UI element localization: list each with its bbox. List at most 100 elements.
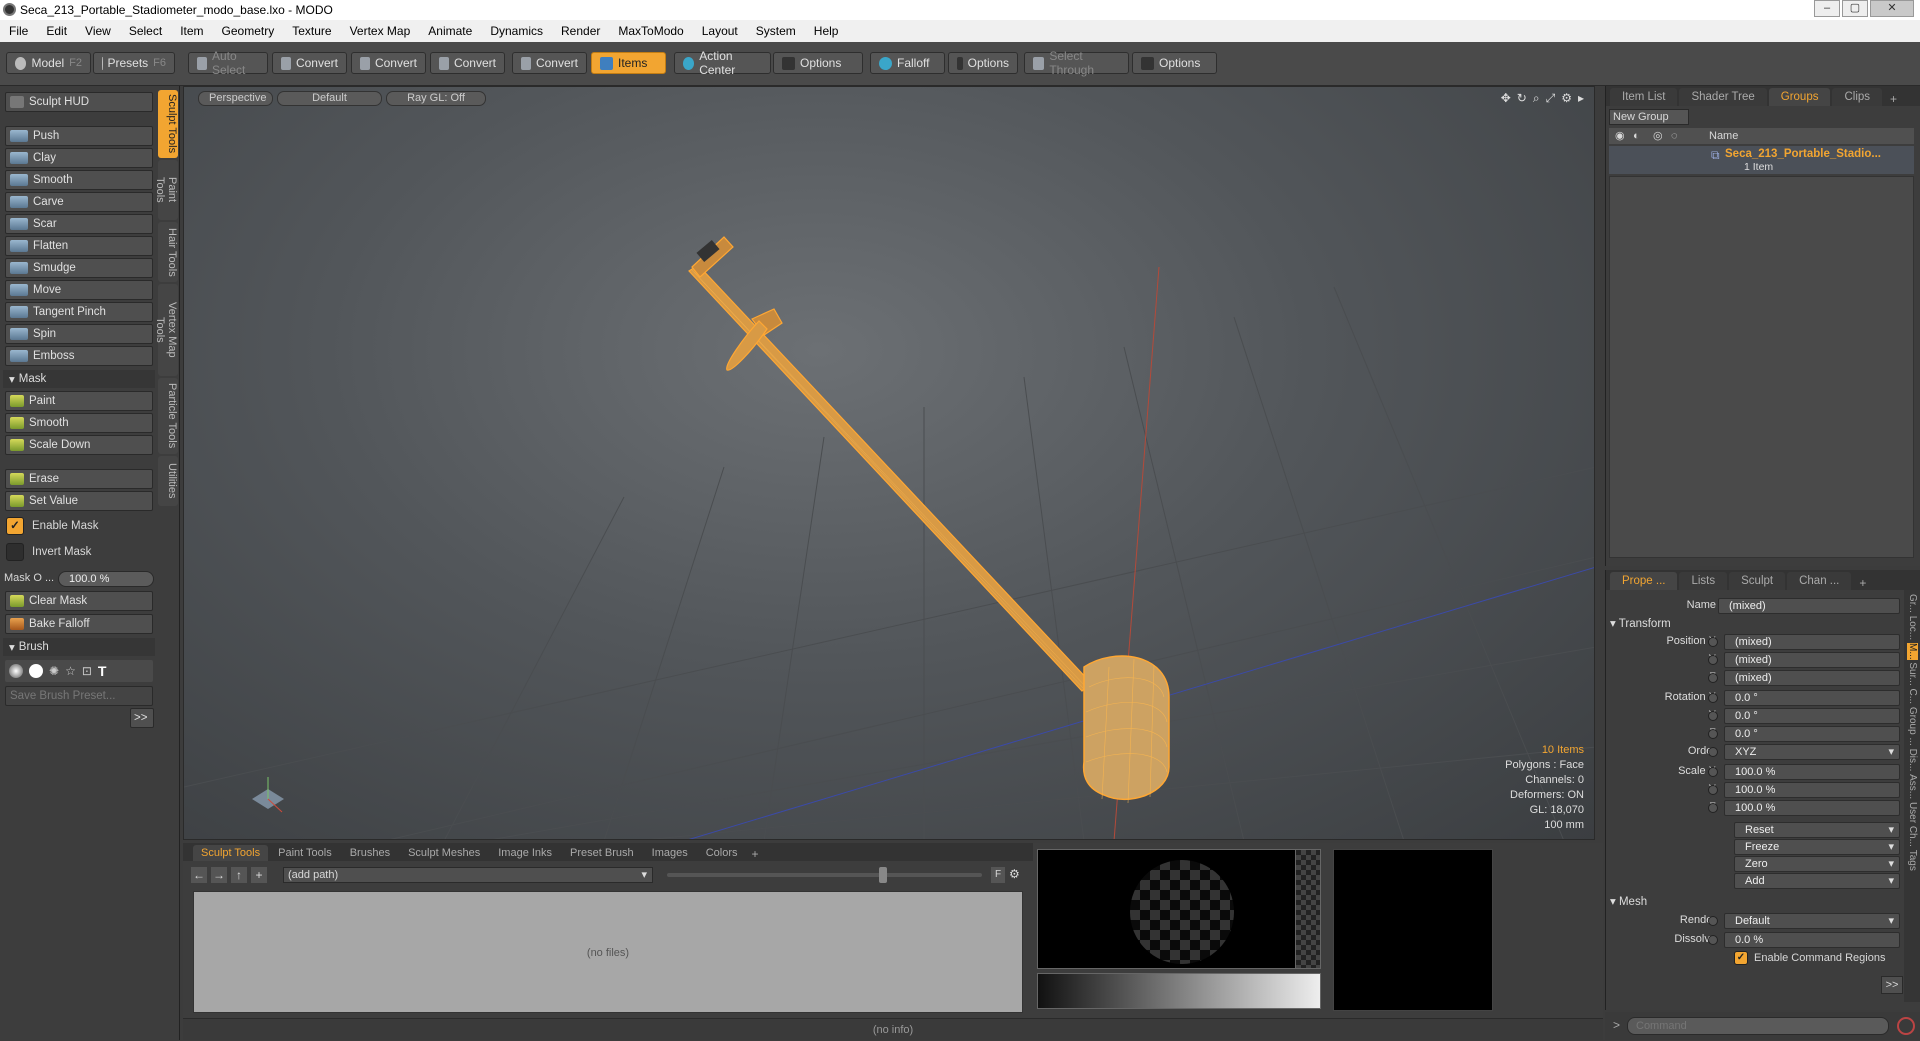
menu-item[interactable]: Item [171, 24, 212, 38]
add-tab-icon[interactable]: + [1884, 92, 1903, 106]
tab-shader-tree[interactable]: Shader Tree [1679, 88, 1766, 106]
save-brush-preset-button[interactable]: Save Brush Preset... [5, 686, 153, 706]
group-row[interactable]: Seca_213_Portable_Stadio... 1 Item ⧉ [1609, 146, 1914, 174]
mesh-section[interactable]: ▾ Mesh [1610, 894, 1647, 908]
dissolve-field[interactable]: 0.0 % [1724, 932, 1900, 948]
more-button[interactable]: >> [1881, 976, 1903, 994]
menu-system[interactable]: System [747, 24, 805, 38]
auto-select-button[interactable]: Auto Select [188, 52, 268, 74]
presets-button[interactable]: PresetsF6 [93, 52, 175, 74]
tab-brushes[interactable]: Brushes [342, 845, 398, 861]
position-y-field[interactable]: (mixed) [1724, 652, 1900, 668]
sculpt-hud-button[interactable]: Sculpt HUD [5, 92, 153, 112]
keyframe-dot-icon[interactable] [1708, 711, 1718, 721]
filter-button[interactable]: F [991, 867, 1005, 883]
items-button[interactable]: Items [591, 52, 666, 74]
render-dropdown[interactable]: Default [1724, 913, 1900, 929]
add-tab-icon[interactable]: + [748, 847, 763, 861]
new-group-button[interactable]: New Group [1609, 109, 1689, 125]
set-value-button[interactable]: Set Value [5, 491, 153, 511]
keyframe-dot-icon[interactable] [1708, 935, 1718, 945]
options-button-2[interactable]: Options [948, 52, 1018, 74]
falloff-button[interactable]: Falloff [870, 52, 945, 74]
star-brush-icon[interactable]: ☆ [65, 664, 76, 678]
scale-z-field[interactable]: 100.0 % [1724, 800, 1900, 816]
convert-polygons-button[interactable]: Convert [430, 52, 505, 74]
file-browser[interactable]: (no files) [193, 891, 1023, 1013]
tab-channels[interactable]: Chan ... [1787, 572, 1851, 590]
convert-materials-button[interactable]: Convert [512, 52, 587, 74]
tab-sculpt-meshes[interactable]: Sculpt Meshes [400, 845, 488, 861]
tool-emboss[interactable]: Emboss [5, 346, 153, 366]
keyframe-dot-icon[interactable] [1708, 729, 1718, 739]
close-button[interactable]: ✕ [1870, 0, 1914, 17]
tab-paint-tools[interactable]: Paint Tools [158, 160, 178, 220]
menu-geometry[interactable]: Geometry [213, 24, 284, 38]
name-column-header[interactable]: Name [1709, 128, 1738, 144]
mask-paint-button[interactable]: Paint [5, 391, 153, 411]
groups-list-area[interactable] [1609, 176, 1914, 558]
keyframe-dot-icon[interactable] [1708, 655, 1718, 665]
tool-spin[interactable]: Spin [5, 324, 153, 344]
tool-clay[interactable]: Clay [5, 148, 153, 168]
model-button[interactable]: ModelF2 [6, 52, 91, 74]
menu-help[interactable]: Help [805, 24, 848, 38]
tab-lists[interactable]: Lists [1679, 572, 1727, 590]
menu-select[interactable]: Select [120, 24, 171, 38]
position-x-field[interactable]: (mixed) [1724, 634, 1900, 650]
gear-icon[interactable]: ⚙ [1009, 867, 1020, 881]
tab-paint-tools[interactable]: Paint Tools [270, 845, 340, 861]
tab-groups[interactable]: Groups [1769, 88, 1831, 106]
minimize-button[interactable]: – [1814, 0, 1840, 17]
menu-animate[interactable]: Animate [419, 24, 481, 38]
mask-smooth-button[interactable]: Smooth [5, 413, 153, 433]
tool-tangent-pinch[interactable]: Tangent Pinch [5, 302, 153, 322]
reset-dropdown[interactable]: Reset [1734, 822, 1900, 838]
slider-handle[interactable] [879, 867, 887, 883]
tool-scar[interactable]: Scar [5, 214, 153, 234]
tab-clips[interactable]: Clips [1832, 88, 1882, 106]
rotation-z-field[interactable]: 0.0 ° [1724, 726, 1900, 742]
transform-section[interactable]: ▾ Transform [1610, 616, 1671, 630]
mask-opacity-field[interactable]: 100.0 % [58, 571, 154, 587]
add-tab-icon[interactable]: + [1853, 576, 1872, 590]
select-through-button[interactable]: Select Through [1024, 52, 1129, 74]
menu-maxtomodo[interactable]: MaxToModo [609, 24, 692, 38]
tab-particle-tools[interactable]: Particle Tools [158, 378, 178, 454]
zero-dropdown[interactable]: Zero [1734, 856, 1900, 872]
enable-command-regions-toggle[interactable]: ✓Enable Command Regions [1734, 951, 1885, 965]
options-button-3[interactable]: Options [1132, 52, 1217, 74]
menu-layout[interactable]: Layout [693, 24, 747, 38]
invert-mask-toggle[interactable]: Invert Mask [6, 543, 91, 561]
keyframe-dot-icon[interactable] [1708, 767, 1718, 777]
tab-sculpt[interactable]: Sculpt [1729, 572, 1785, 590]
keyframe-dot-icon[interactable] [1708, 673, 1718, 683]
back-arrow-icon[interactable]: ← [191, 867, 207, 883]
more-button[interactable]: >> [130, 708, 154, 728]
scale-y-field[interactable]: 100.0 % [1724, 782, 1900, 798]
eye-icon[interactable]: ◉ [1615, 128, 1625, 144]
menu-dynamics[interactable]: Dynamics [481, 24, 552, 38]
hard-brush-icon[interactable] [29, 664, 43, 678]
tool-carve[interactable]: Carve [5, 192, 153, 212]
tool-push[interactable]: Push [5, 126, 153, 146]
lock-icon[interactable]: ◐ [1633, 128, 1640, 144]
maximize-button[interactable]: ▢ [1842, 0, 1868, 17]
tab-sculpt-tools[interactable]: Sculpt Tools [193, 845, 268, 861]
forward-arrow-icon[interactable]: → [211, 867, 227, 883]
name-field[interactable]: (mixed) [1718, 598, 1900, 614]
tab-utilities[interactable]: Utilities [158, 456, 178, 506]
brush-section-header[interactable]: ▾Brush [3, 638, 155, 656]
command-input[interactable] [1627, 1017, 1889, 1035]
parent-folder-icon[interactable]: ↑ [231, 867, 247, 883]
rotation-order-dropdown[interactable]: XYZ [1724, 744, 1900, 760]
erase-button[interactable]: Erase [5, 469, 153, 489]
record-icon[interactable] [1897, 1017, 1915, 1035]
scale-x-field[interactable]: 100.0 % [1724, 764, 1900, 780]
add-dropdown[interactable]: Add [1734, 873, 1900, 889]
select-icon[interactable]: ◌ [1671, 128, 1678, 144]
convert-edges-button[interactable]: Convert [351, 52, 426, 74]
stadiometer-model[interactable] [689, 237, 1169, 803]
tab-sculpt-tools[interactable]: Sculpt Tools [158, 90, 178, 158]
tab-vertex-map-tools[interactable]: Vertex Map Tools [158, 284, 178, 376]
